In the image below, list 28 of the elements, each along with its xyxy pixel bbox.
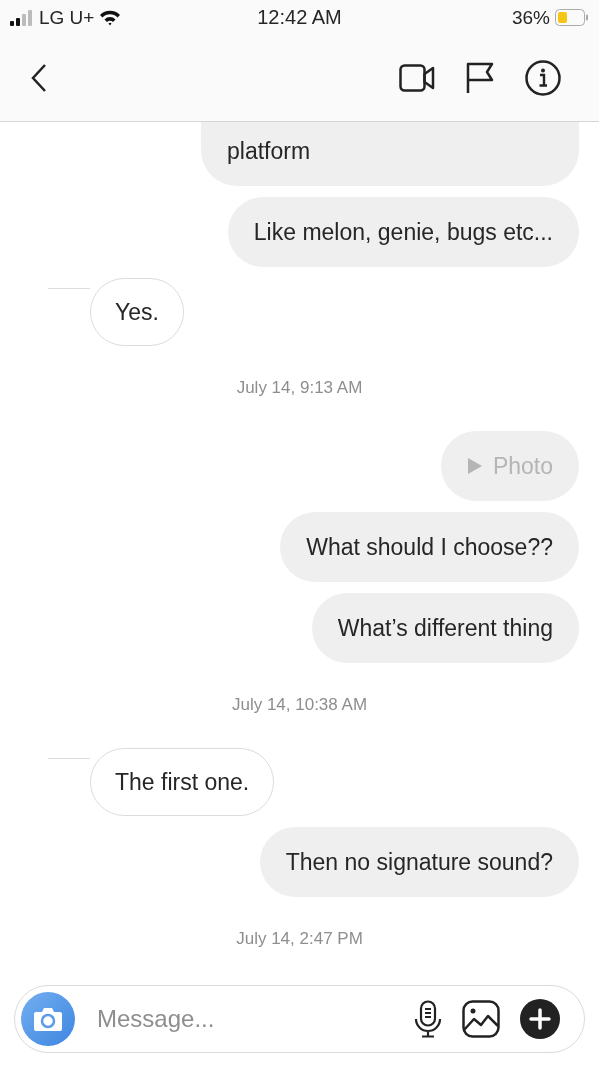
video-call-icon[interactable] <box>399 64 435 92</box>
image-icon[interactable] <box>462 1000 500 1038</box>
play-icon <box>466 457 483 475</box>
message-bubble: What should I choose?? <box>280 512 579 582</box>
message-bubble: Like melon, genie, bugs etc... <box>227 197 579 267</box>
message-timestamp: July 14, 2:47 PM <box>235 928 364 950</box>
carrier-name: LG U+ <box>39 6 95 29</box>
message-bubble: What’s different thing <box>311 593 579 663</box>
photo-label: Photo <box>492 452 553 481</box>
add-icon[interactable] <box>520 999 560 1039</box>
battery-icon <box>555 9 589 26</box>
camera-button[interactable] <box>21 992 75 1046</box>
message-timestamp: July 14, 10:38 AM <box>230 694 369 716</box>
info-icon[interactable] <box>525 60 561 96</box>
message-bubble: platform <box>201 122 579 186</box>
wifi-icon <box>99 9 122 26</box>
message-timestamp: July 14, 9:13 AM <box>235 377 364 399</box>
message-bubble: Then no signature sound? <box>259 827 579 897</box>
message-bubble: Yes. <box>90 278 184 346</box>
battery-percentage: 36% <box>511 6 550 29</box>
back-icon[interactable] <box>30 63 48 93</box>
camera-icon <box>33 1006 63 1032</box>
signal-icon <box>10 9 34 26</box>
status-time: 12:42 AM <box>257 6 342 29</box>
photo-message[interactable]: Photo <box>440 431 579 501</box>
message-bubble: The first one. <box>90 748 275 816</box>
microphone-icon[interactable] <box>414 1000 442 1038</box>
flag-icon[interactable] <box>465 62 495 94</box>
